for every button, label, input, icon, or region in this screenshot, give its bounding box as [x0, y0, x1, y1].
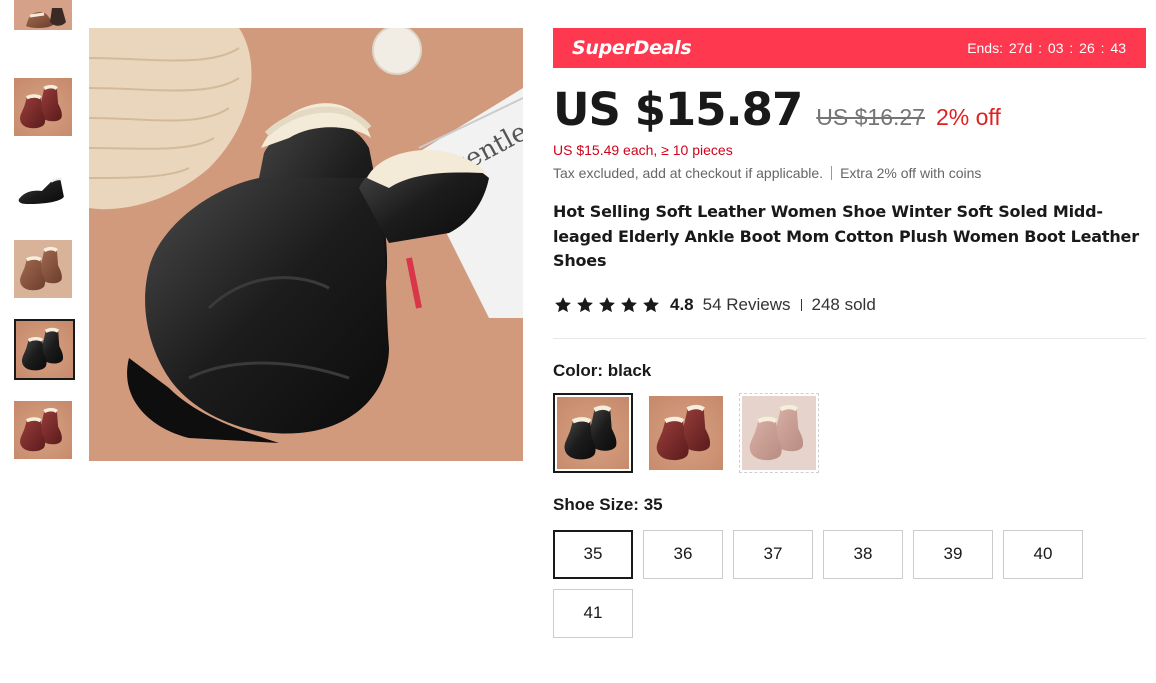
color-label: Color: black: [553, 361, 1146, 381]
size-option-40[interactable]: 40: [1003, 529, 1083, 579]
star-icon: [619, 295, 639, 315]
selected-size-value: 35: [643, 494, 663, 514]
star-icon: [575, 295, 595, 315]
size-option-37[interactable]: 37: [733, 529, 813, 579]
rating-row: 4.8 54 Reviews 248 sold: [553, 294, 1146, 316]
tax-note-row: Tax excluded, add at checkout if applica…: [553, 165, 1146, 181]
thumbnail-5-selected[interactable]: [14, 319, 75, 380]
product-title: Hot Selling Soft Leather Women Shoe Wint…: [553, 202, 1139, 270]
rating-score: 4.8: [670, 294, 694, 314]
swatch-wine-red: [649, 395, 723, 470]
color-swatches: [553, 392, 1146, 473]
thumbnail-1[interactable]: [14, 0, 72, 30]
current-price: US $15.87: [553, 83, 803, 136]
countdown-minutes: 26: [1079, 40, 1095, 56]
countdown-label: Ends:: [967, 40, 1003, 56]
countdown-seconds: 43: [1110, 40, 1126, 56]
size-option-38[interactable]: 38: [823, 529, 903, 579]
countdown-sep: :: [1038, 40, 1043, 56]
color-swatch-wine-red[interactable]: [646, 393, 726, 473]
size-options: 35 36 37 38 39 40 41: [553, 529, 1093, 638]
size-label-text: Shoe Size:: [553, 494, 644, 514]
color-swatch-pink[interactable]: [739, 392, 819, 473]
star-icon: [553, 295, 573, 315]
sold-count: 248 sold: [811, 294, 876, 314]
discount-badge: 2% off: [935, 104, 1001, 130]
star-icon: [641, 295, 661, 315]
section-divider: [553, 337, 1146, 339]
boot-thumbnail-red: [14, 78, 72, 136]
bulk-price-note: US $15.49 each, ≥ 10 pieces: [553, 142, 733, 158]
color-label-text: Color:: [553, 360, 608, 380]
boot-thumbnail-black-pair: [16, 321, 73, 378]
countdown-hours: 03: [1047, 40, 1064, 56]
color-swatch-black[interactable]: [553, 392, 633, 473]
size-option-35[interactable]: 35: [553, 529, 633, 579]
thumbnail-4[interactable]: [14, 240, 72, 298]
countdown-days: 27d: [1008, 40, 1033, 56]
product-info-panel: SuperDeals Ends: 27d : 03 : 26 : 43 US $…: [553, 28, 1146, 638]
countdown-sep: :: [1069, 40, 1074, 56]
countdown-sep: :: [1100, 40, 1105, 56]
thumbnail-3[interactable]: [14, 162, 72, 220]
black-winter-boots-photo: gentle: [89, 28, 523, 461]
deal-countdown: Ends: 27d : 03 : 26 : 43: [966, 40, 1127, 56]
selected-color-value: black: [607, 360, 652, 380]
thumbnail-6[interactable]: [14, 401, 72, 459]
main-product-image[interactable]: gentle: [89, 28, 523, 461]
superdeals-logo: SuperDeals: [572, 37, 692, 59]
size-label: Shoe Size: 35: [553, 495, 1146, 515]
thumbnail-2[interactable]: [14, 78, 72, 136]
superdeals-banner[interactable]: SuperDeals Ends: 27d : 03 : 26 : 43: [553, 28, 1146, 68]
coins-note: Extra 2% off with coins: [840, 165, 982, 181]
star-icon: [597, 295, 617, 315]
star-rating: [553, 295, 661, 315]
boot-thumbnail-brown-pair: [14, 240, 72, 298]
divider: [800, 298, 802, 311]
divider: [831, 166, 833, 180]
reviews-link[interactable]: 54 Reviews: [703, 295, 791, 315]
swatch-black: [557, 396, 629, 469]
tax-note: Tax excluded, add at checkout if applica…: [553, 165, 824, 181]
original-price: US $16.27: [816, 104, 925, 130]
size-option-41[interactable]: 41: [553, 588, 633, 638]
boot-thumbnail-red-pair: [14, 401, 72, 459]
swatch-pink: [742, 395, 816, 470]
size-option-36[interactable]: 36: [643, 529, 723, 579]
boot-thumbnail-brown: [14, 0, 72, 30]
size-option-39[interactable]: 39: [913, 529, 993, 579]
boot-thumbnail-black: [14, 162, 72, 220]
price-row: US $15.87 US $16.27 2% off: [553, 86, 1146, 134]
